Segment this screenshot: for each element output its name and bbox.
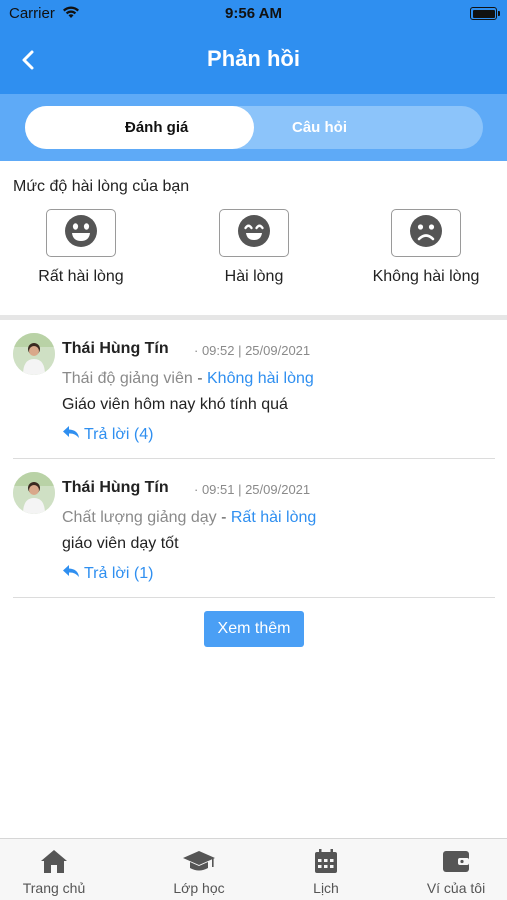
- level-not-satisfied: Không hài lòng: [356, 209, 496, 286]
- author-name: Thái Hùng Tín: [62, 479, 169, 496]
- tab-classes-label: Lớp học: [173, 880, 225, 896]
- nav-bar: Phản hồi: [0, 27, 507, 94]
- tab-classes[interactable]: Lớp học: [136, 839, 262, 896]
- reply-label: Trả lời (4): [84, 425, 154, 443]
- segment-bar: Đánh giá Câu hỏi: [0, 94, 507, 161]
- status-bar: Carrier 9:56 AM: [0, 0, 507, 27]
- separator: -: [197, 370, 203, 387]
- category-line: Thái độ giảng viên - Không hài lòng: [62, 370, 314, 388]
- satisfaction-label: Mức độ hài lòng của bạn: [13, 178, 190, 195]
- level-satisfied: Hài lòng: [184, 209, 324, 286]
- rating-label: Không hài lòng: [207, 370, 314, 387]
- clock: 9:56 AM: [225, 5, 282, 22]
- category-line: Chất lượng giảng dạy - Rất hài lòng: [62, 509, 316, 527]
- grin-icon: [64, 214, 98, 253]
- tab-danh-gia[interactable]: Đánh giá: [25, 106, 254, 149]
- load-more-button[interactable]: Xem thêm: [204, 611, 304, 647]
- very-satisfied-label: Rất hài lòng: [38, 268, 124, 285]
- tab-home[interactable]: Trang chủ: [0, 839, 117, 896]
- very-satisfied-button[interactable]: [46, 209, 116, 257]
- reply-icon: [62, 424, 84, 445]
- category-label: Chất lượng giảng dạy: [62, 509, 217, 526]
- reply-button[interactable]: Trả lời (4): [62, 424, 153, 445]
- avatar: [13, 333, 55, 375]
- reply-label: Trả lời (1): [84, 564, 154, 582]
- reply-button[interactable]: Trả lời (1): [62, 563, 153, 584]
- tab-schedule[interactable]: Lịch: [263, 839, 389, 896]
- not-satisfied-label: Không hài lòng: [372, 268, 480, 285]
- feedback-content: Giáo viên hôm nay khó tính quá: [62, 396, 288, 413]
- feedback-content: giáo viên dạy tốt: [62, 535, 179, 552]
- reply-icon: [62, 563, 84, 584]
- avatar: [13, 472, 55, 514]
- tab-home-label: Trang chủ: [22, 880, 86, 896]
- calendar-icon: [263, 846, 389, 876]
- satisfied-label: Hài lòng: [224, 268, 284, 285]
- feedback-item: Thái Hùng Tín · 09:52 | 25/09/2021 Thái …: [13, 320, 495, 459]
- level-very-satisfied: Rất hài lòng: [11, 209, 151, 286]
- tab-cau-hoi[interactable]: Câu hỏi: [254, 106, 483, 149]
- tab-bar: Trang chủ Lớp học Lịch Ví của tôi: [0, 838, 507, 900]
- battery-icon: [470, 7, 500, 20]
- author-name: Thái Hùng Tín: [62, 340, 169, 357]
- tab-wallet-label: Ví của tôi: [426, 880, 486, 896]
- page-title: Phản hồi: [207, 46, 300, 71]
- tab-wallet[interactable]: Ví của tôi: [393, 839, 507, 896]
- smile-icon: [237, 214, 271, 253]
- rating-label: Rất hài lòng: [230, 509, 317, 526]
- not-satisfied-button[interactable]: [391, 209, 461, 257]
- frown-icon: [409, 214, 443, 253]
- satisfaction-section: Mức độ hài lòng của bạn Rất hài lòng Hài…: [0, 161, 507, 316]
- post-timestamp: · 09:52 | 25/09/2021: [194, 343, 311, 358]
- category-label: Thái độ giảng viên: [62, 370, 193, 387]
- graduation-cap-icon: [136, 846, 262, 876]
- feedback-item: Thái Hùng Tín · 09:51 | 25/09/2021 Chất …: [13, 459, 495, 598]
- post-timestamp: · 09:51 | 25/09/2021: [194, 482, 311, 497]
- wallet-icon: [393, 846, 507, 876]
- satisfied-button[interactable]: [219, 209, 289, 257]
- separator: -: [221, 509, 227, 526]
- tab-schedule-label: Lịch: [313, 880, 339, 896]
- segmented-control: Đánh giá Câu hỏi: [25, 106, 483, 149]
- home-icon: [0, 846, 117, 876]
